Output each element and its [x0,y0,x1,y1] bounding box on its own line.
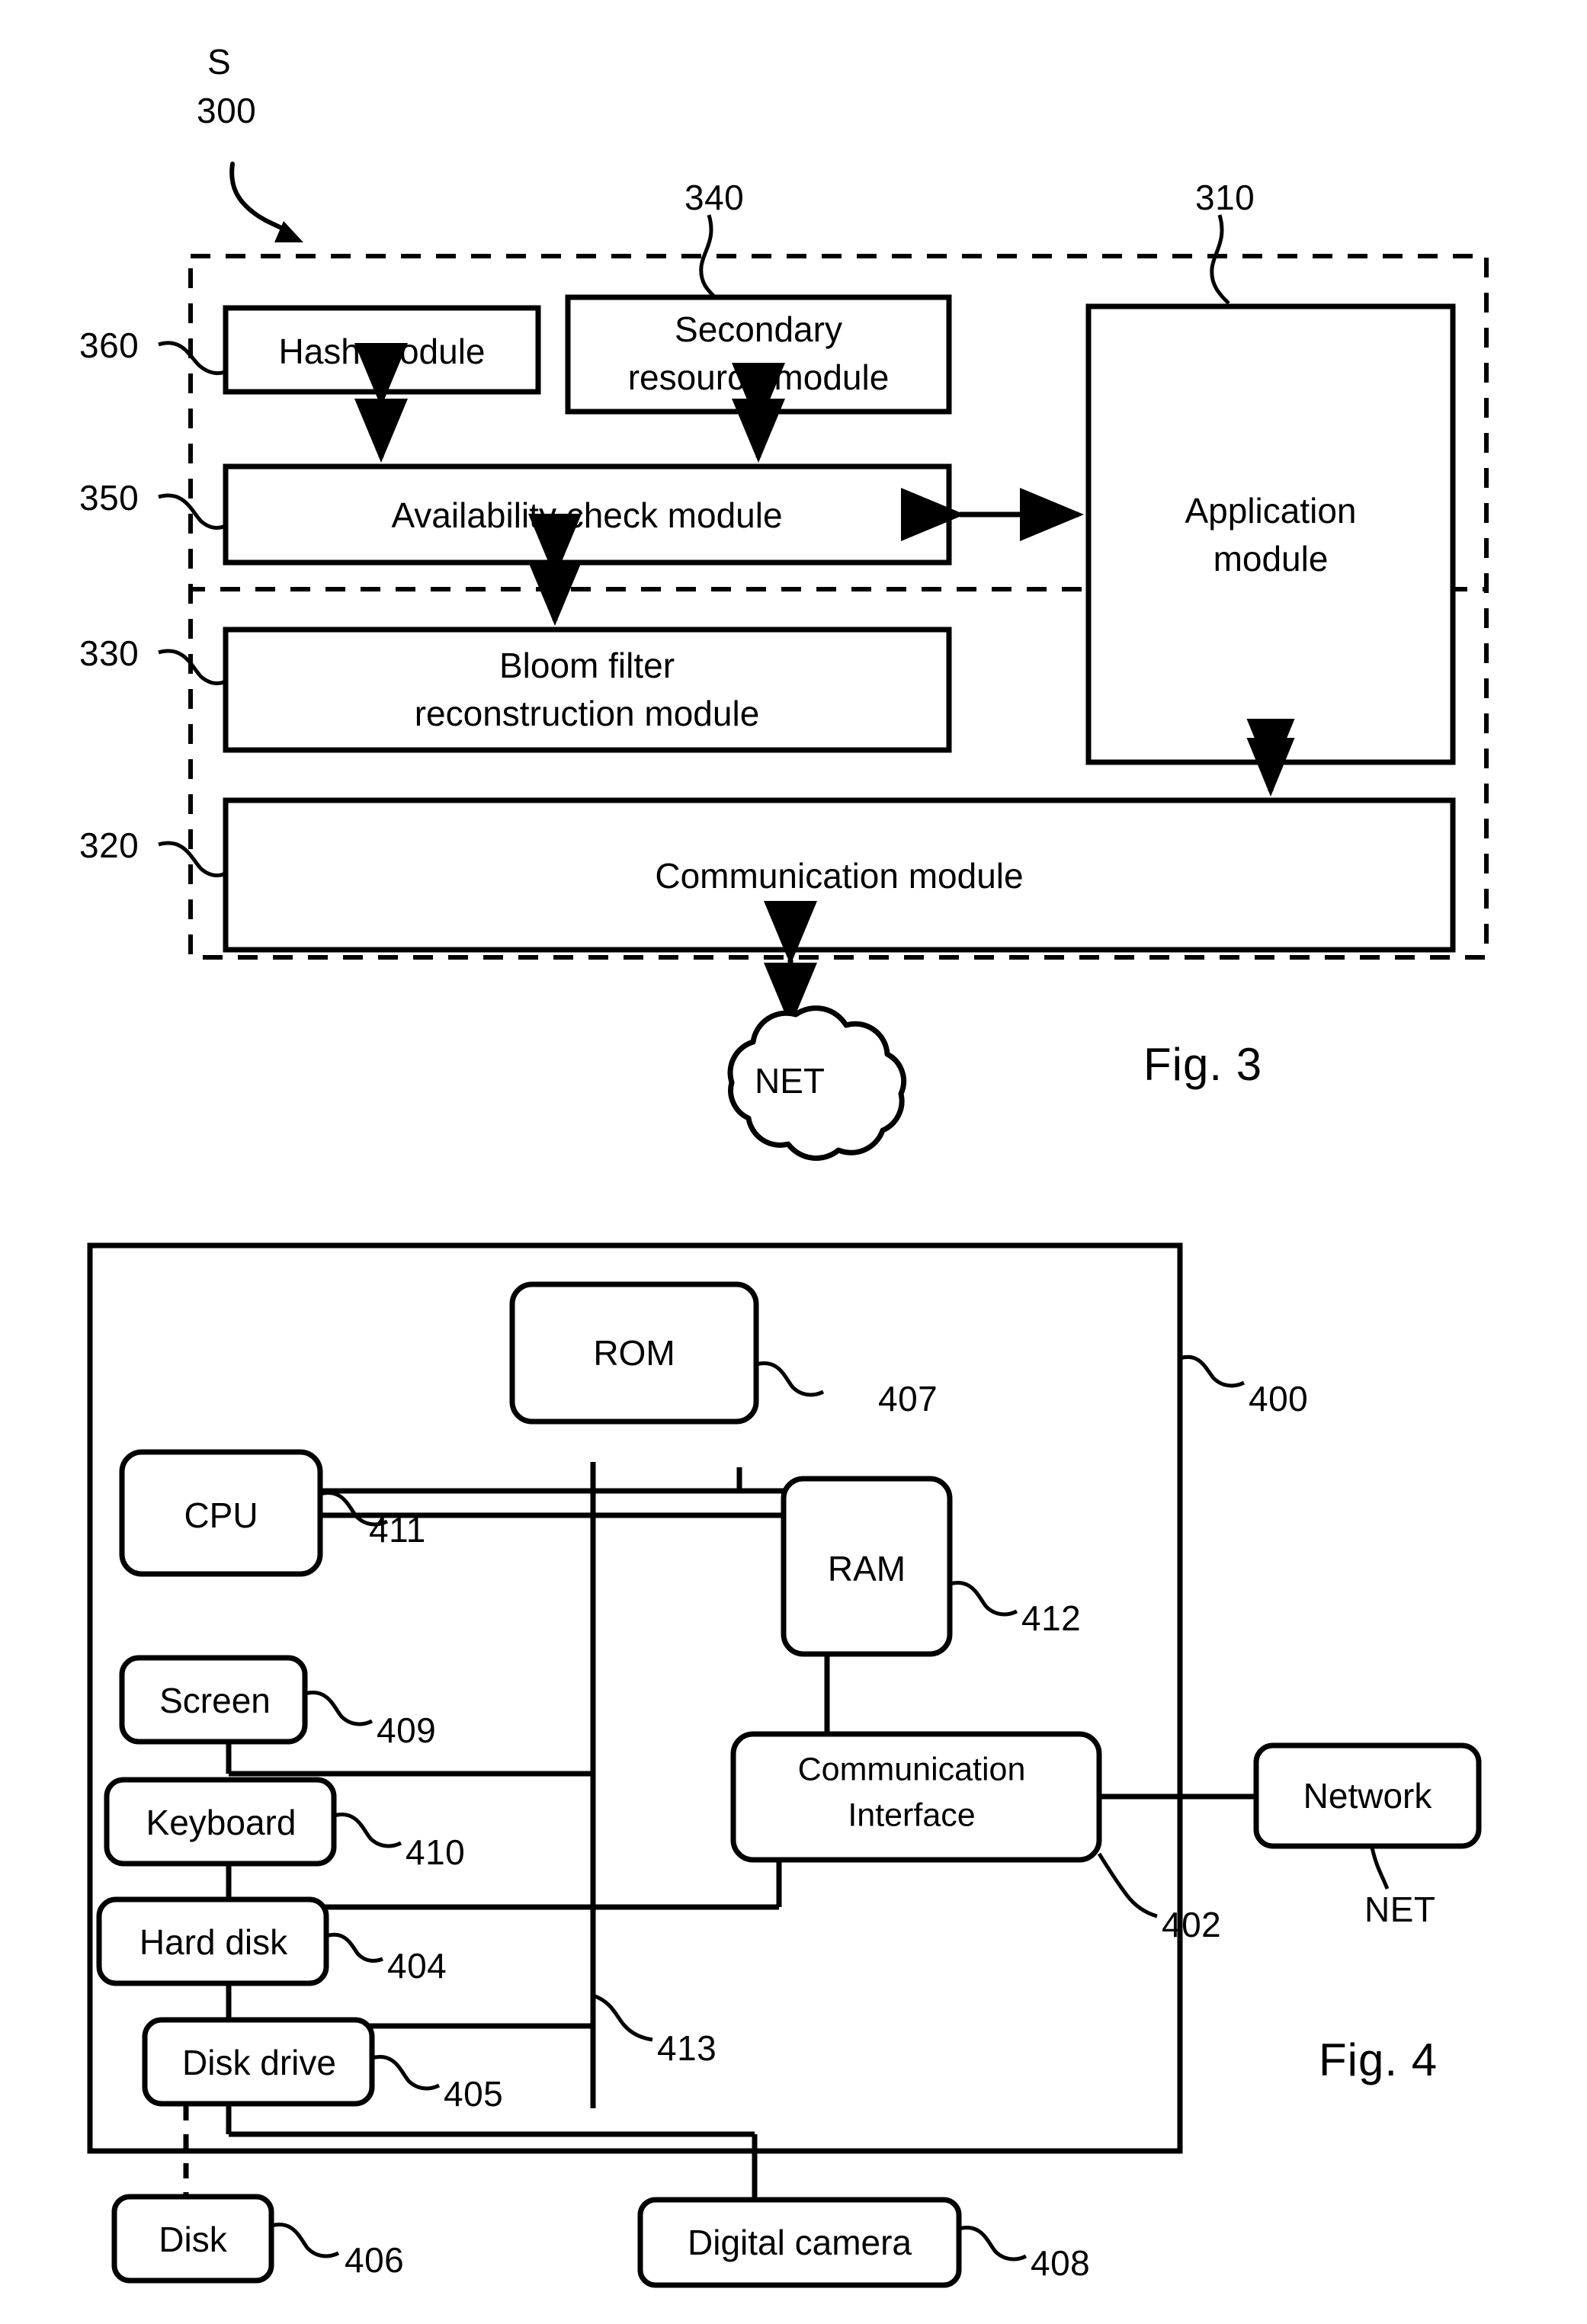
leader-407 [755,1361,825,1397]
screen-label: Screen [159,1680,271,1720]
leader-412 [949,1581,1018,1617]
rom-label: ROM [593,1332,675,1373]
ram-label: RAM [827,1548,906,1588]
leader-410 [333,1813,402,1848]
keyboard-label: Keyboard [146,1802,297,1842]
leader-404 [325,1932,383,1963]
comm-interface-label-line1: Communication [797,1751,1026,1788]
ref-409: 409 [377,1710,437,1750]
leader-402 [1097,1852,1158,1919]
disk-drive-label: Disk drive [182,2042,336,2082]
ref-405: 405 [444,2074,504,2114]
network-label: Network [1303,1775,1432,1816]
ref-402: 402 [1162,1905,1222,1944]
ref-412: 412 [1021,1598,1082,1638]
ref-400: 400 [1249,1379,1309,1418]
leader-408 [958,2226,1028,2261]
digital-camera-label: Digital camera [688,2222,912,2262]
patent-drawing-sheet: S 300 360 350 330 320 340 310 Hash modul… [0,0,1587,2324]
comm-interface-label-line2: Interface [848,1797,976,1834]
ref-404: 404 [387,1946,447,1986]
cpu-label: CPU [184,1495,258,1535]
leader-406 [271,2223,340,2258]
ref-406: 406 [345,2240,405,2280]
disk-label: Disk [159,2219,227,2259]
figure-4-caption: Fig. 4 [1319,2034,1438,2085]
leader-400 [1179,1354,1246,1388]
ref-408: 408 [1031,2243,1091,2283]
ref-413: 413 [657,2028,717,2068]
leader-413 [592,1993,653,2042]
leader-409 [304,1691,374,1726]
leader-405 [371,2055,441,2091]
hard-disk-label: Hard disk [139,1922,288,1962]
figure-4-graphics [87,1242,1482,2288]
leader-net [1370,1847,1390,1890]
ref-407: 407 [878,1379,938,1418]
ref-net: NET [1364,1890,1436,1929]
ref-411: 411 [369,1510,426,1550]
ref-410: 410 [406,1832,466,1872]
